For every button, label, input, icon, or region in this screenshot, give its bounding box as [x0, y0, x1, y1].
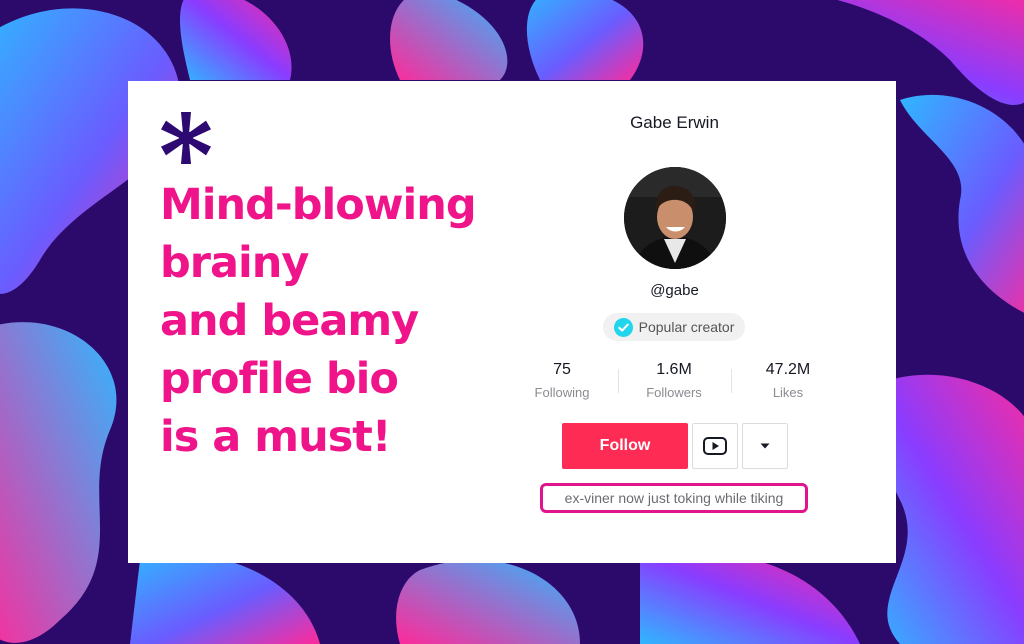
stat-value: 1.6M — [656, 361, 692, 378]
profile-panel: Gabe Erwin @gabe Popular creator 75 Foll… — [512, 81, 837, 563]
avatar[interactable] — [624, 167, 726, 269]
stat-value: 47.2M — [765, 361, 811, 378]
stat-following[interactable]: 75 Following — [512, 361, 612, 400]
stat-divider — [731, 369, 732, 393]
caret-down-icon — [760, 443, 770, 449]
profile-display-name: Gabe Erwin — [630, 113, 719, 132]
headline-line: brainy — [160, 238, 309, 288]
stat-divider — [618, 369, 619, 393]
popular-creator-badge: Popular creator — [603, 313, 745, 341]
stat-label: Likes — [772, 385, 804, 400]
headline-line: profile bio — [160, 354, 399, 404]
stat-value: 75 — [553, 361, 571, 378]
stat-likes[interactable]: 47.2M Likes — [738, 361, 838, 400]
headline-line: and beamy — [160, 296, 419, 346]
avatar-photo — [624, 167, 726, 269]
badge-label: Popular creator — [638, 319, 735, 335]
profile-bio: ex-viner now just toking while tiking — [540, 483, 808, 513]
youtube-icon — [703, 437, 727, 455]
profile-handle: @gabe — [650, 282, 699, 299]
stat-followers[interactable]: 1.6M Followers — [624, 361, 724, 400]
headline-line: is a must! — [160, 412, 391, 462]
stat-label: Followers — [646, 385, 702, 400]
follow-button[interactable]: Follow — [562, 423, 688, 469]
youtube-button[interactable] — [692, 423, 738, 469]
profile-stats: 75 Following 1.6M Followers 47.2M Likes — [512, 361, 837, 405]
content-card: Mind-blowing brainy and beamy profile bi… — [128, 81, 896, 563]
more-options-button[interactable] — [742, 423, 788, 469]
stat-label: Following — [534, 385, 590, 400]
verified-check-icon — [613, 317, 633, 337]
headline-line: Mind-blowing — [160, 180, 477, 230]
asterisk-icon — [160, 112, 212, 164]
headline: Mind-blowing brainy and beamy profile bi… — [160, 176, 540, 466]
